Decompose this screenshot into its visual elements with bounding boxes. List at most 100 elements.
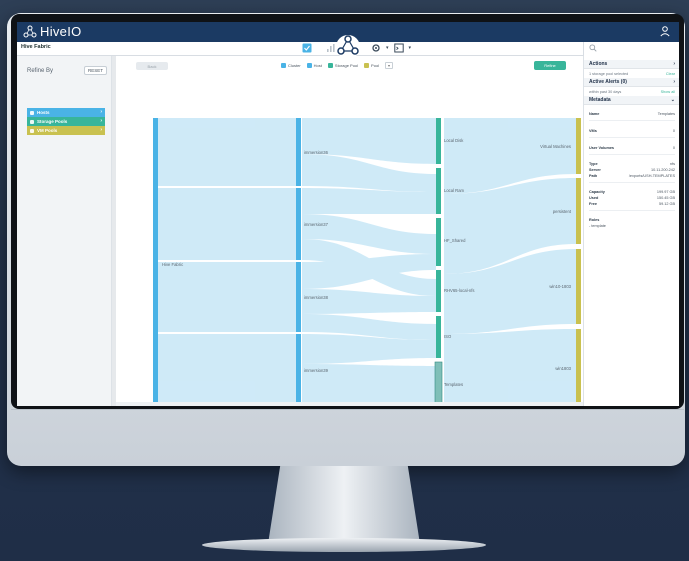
divider [589,120,675,121]
node-pool[interactable] [576,329,581,406]
user-icon[interactable] [659,25,671,37]
link-cluster-immersion39[interactable] [158,334,296,406]
clear-link[interactable]: Clear [666,72,675,76]
back-button[interactable]: Back [136,62,168,70]
md-type: Type nfs [589,162,675,166]
logo[interactable]: HiveIO [23,24,82,39]
label-storage: HF_Shared [444,238,466,243]
node-storage[interactable] [436,218,441,266]
divider [589,210,675,211]
md-key: Used [589,196,599,200]
label-host: immersion38 [304,295,329,300]
link-cluster-immersion37[interactable] [158,188,296,260]
label-host: immersion37 [304,222,329,227]
metadata-header[interactable]: Metadata ⌄ [584,96,679,105]
md-key: VMs [589,129,597,133]
md-key: Name [589,112,600,116]
main-panel: Back Cluster Host Storage Pool Pool ▾ Re… [116,56,583,406]
legend-swatch [327,63,333,68]
md-value: 199.97 GB [656,190,675,194]
node-pool[interactable] [576,249,581,324]
md-value: 150.45 GB [656,196,675,200]
node-host[interactable] [296,118,301,186]
filter-label: VM Pools [37,128,58,133]
sankey-diagram: Hive Fabric immersion36 immersion37 imme… [153,118,581,406]
monitor-stand-base [202,538,486,552]
node-storage[interactable] [436,118,441,164]
actions-header[interactable]: Actions › [584,60,679,69]
legend-item-storage-pool[interactable]: Storage Pool [327,63,359,68]
node-storage-selected[interactable] [434,361,443,406]
chevron-right-icon: › [100,118,102,124]
filter-label: Storage Pools [37,119,68,124]
label-pool: Virtual Machines [540,144,571,149]
checkbox-icon[interactable] [30,128,34,133]
checkbox-icon[interactable] [30,110,34,115]
gear-icon[interactable] [371,43,381,53]
divider [589,137,675,138]
filter-storage-pools[interactable]: Storage Pools › [27,117,105,126]
legend: Cluster Host Storage Pool Pool ▾ [281,62,394,69]
filter-hosts[interactable]: Hosts › [27,108,105,117]
node-pool[interactable] [576,178,581,244]
main-scrollbar[interactable] [116,402,583,406]
terminal-icon[interactable] [393,43,404,53]
reset-button[interactable]: RESET [83,66,107,75]
md-name: Name Templates [589,112,675,116]
node-storage[interactable] [436,270,441,312]
md-roles-value: - template [589,224,675,228]
node-pool[interactable] [576,118,581,174]
legend-swatch [306,63,312,68]
md-key: Capacity [589,190,605,194]
node-storage[interactable] [436,316,441,358]
legend-label: Host [313,63,322,68]
node-host[interactable] [296,188,301,260]
logo-text: HiveIO [40,24,82,39]
search-icon [589,44,597,52]
md-roles: Roles [589,218,675,222]
refine-sidebar: Refine By RESET Hosts › Storage Pools › … [17,56,112,406]
checkbox-icon[interactable] [30,119,34,124]
alerts-header[interactable]: Active Alerts (0) › [584,78,679,87]
link-cluster-immersion38[interactable] [158,262,296,332]
legend-swatch [364,63,370,68]
chevron-down-icon: ⌄ [670,97,675,103]
legend-item-cluster[interactable]: Cluster [281,63,301,68]
sub-header: Hive Fabric ▾ ▾ [17,35,679,59]
hive-logo-icon [23,25,37,37]
filter-label: Hosts [37,110,50,115]
search-input[interactable] [583,42,679,56]
legend-dropdown[interactable]: ▾ [385,62,394,69]
alerts-row: within past 30 days Show all [584,88,679,95]
app-screen: HiveIO Hive Fabric ▾ ▾ Refine By RESET H… [17,22,679,406]
refine-by-label: Refine By [27,67,54,74]
divider [589,182,675,183]
node-storage[interactable] [436,168,441,214]
md-value: 0 [672,129,675,133]
md-value: nfs [669,162,675,166]
md-server: Server 10.11.200.242 [589,168,675,172]
legend-item-host[interactable]: Host [306,63,322,68]
node-cluster[interactable] [153,118,158,406]
label-storage: RHV65-local-nfs [444,288,475,293]
refine-button[interactable]: Refine [534,61,566,70]
link-immersion37-localram[interactable] [302,188,436,214]
actions-title: Actions [589,61,608,67]
node-host[interactable] [296,334,301,406]
md-value: Templates [657,112,675,116]
md-key: User Volumes [589,146,615,150]
checkbox-view-icon[interactable] [302,43,312,53]
link-cluster-immersion36[interactable] [158,118,296,186]
alerts-title: Active Alerts (0) [589,79,627,85]
node-host[interactable] [296,262,301,332]
legend-item-pool[interactable]: Pool [364,63,379,68]
alerts-range: within past 30 days [589,89,622,94]
show-all-link[interactable]: Show all [661,90,675,94]
label-pool: win1803 [555,366,571,371]
md-key: Server [589,168,601,172]
filter-vm-pools[interactable]: VM Pools › [27,126,105,135]
label-storage: Local Ram [444,188,465,193]
md-key: Path [589,174,598,178]
legend-label: Storage Pool [334,63,359,68]
md-value: - template [589,224,606,228]
